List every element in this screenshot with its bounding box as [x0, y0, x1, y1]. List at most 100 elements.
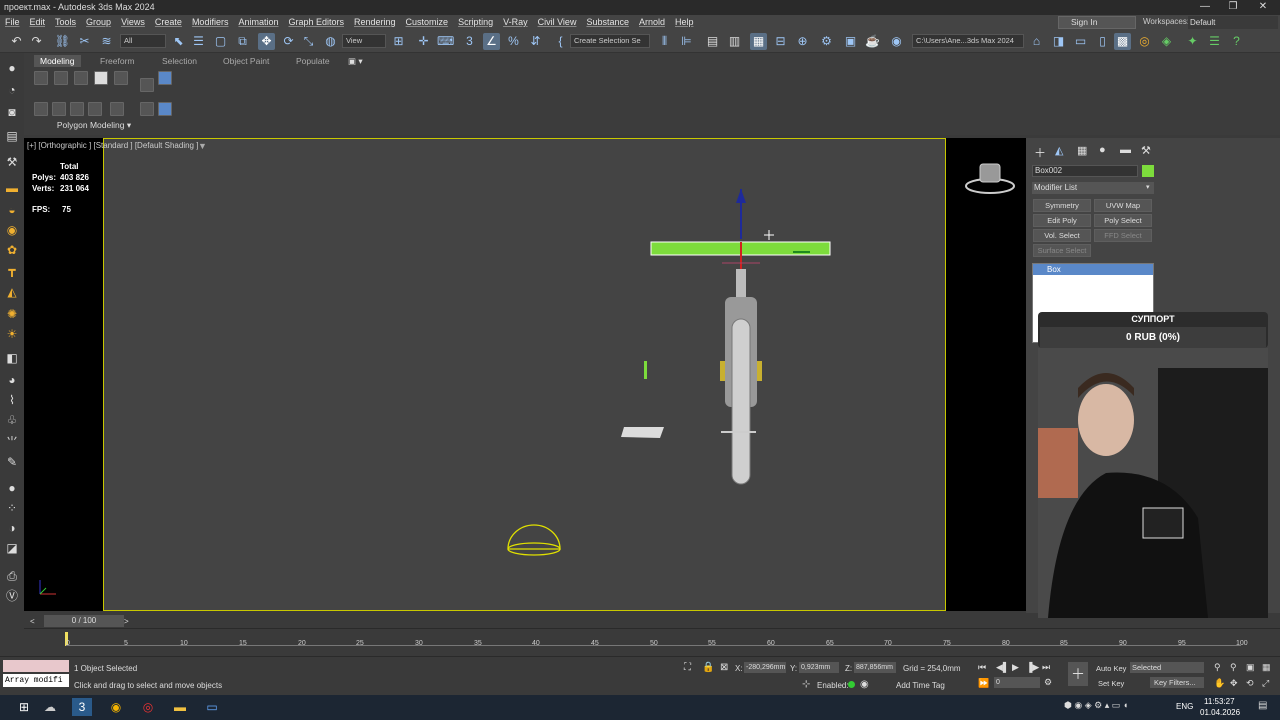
menu-animation[interactable]: Animation: [233, 15, 283, 30]
y-coord-field[interactable]: 0,923mm: [799, 662, 839, 673]
material-editor-icon[interactable]: ⊕: [794, 33, 811, 50]
project-path-dropdown[interactable]: C:\Users\Ane...3ds Max 2024: [912, 34, 1024, 48]
taskbar-chrome-icon[interactable]: ◉: [106, 698, 126, 716]
project-folder-icon[interactable]: ⌂: [1028, 33, 1045, 50]
ffd-select-button[interactable]: FFD Select: [1094, 229, 1152, 242]
viewport[interactable]: [103, 138, 946, 611]
uvw-map-button[interactable]: UVW Map: [1094, 199, 1152, 212]
menu-substance[interactable]: Substance: [581, 15, 634, 30]
notification-icon[interactable]: ▤: [1258, 700, 1267, 711]
menu-modifiers[interactable]: Modifiers: [187, 15, 234, 30]
border-icon[interactable]: [74, 71, 88, 85]
spacewarps-icon[interactable]: ◭: [4, 284, 20, 300]
repeat-last-icon[interactable]: [52, 102, 66, 116]
motion-icon[interactable]: ◙: [4, 104, 20, 120]
sun-icon[interactable]: ✺: [4, 306, 20, 322]
menu-vray[interactable]: V-Ray: [498, 15, 533, 30]
snaps-toggle-icon[interactable]: 3: [461, 33, 478, 50]
z-coord-field[interactable]: 887,856mm: [854, 662, 896, 673]
redo-icon[interactable]: ↷: [28, 33, 45, 50]
maximize-button[interactable]: ❐: [1220, 0, 1246, 15]
menu-scripting[interactable]: Scripting: [453, 15, 498, 30]
absolute-mode-icon[interactable]: ⊠: [720, 662, 728, 673]
workspaces-dropdown[interactable]: Default: [1188, 16, 1278, 29]
motion-tab-icon[interactable]: ●: [1099, 144, 1106, 156]
window-crossing-icon[interactable]: ⧉: [234, 33, 251, 50]
modify-tab-icon[interactable]: ◭: [1055, 144, 1063, 157]
menu-graph-editors[interactable]: Graph Editors: [283, 15, 349, 30]
clock-date[interactable]: 01.04.2026: [1200, 708, 1240, 717]
keyboard-shortcut-icon[interactable]: ⌨: [437, 33, 454, 50]
menu-rendering[interactable]: Rendering: [349, 15, 401, 30]
current-frame-field[interactable]: 0: [994, 677, 1040, 688]
element-icon[interactable]: [114, 71, 128, 85]
time-tag-icon[interactable]: ◉: [860, 679, 869, 690]
taskbar-explorer-icon[interactable]: ▬: [170, 698, 190, 716]
swiftloop-icon[interactable]: [88, 102, 102, 116]
helpers-icon[interactable]: ┳: [4, 262, 20, 278]
scale-icon[interactable]: ⤡: [300, 33, 317, 50]
layer-explorer-icon[interactable]: ▥: [726, 33, 743, 50]
menu-customize[interactable]: Customize: [401, 15, 454, 30]
vray-help-icon[interactable]: ?: [1228, 33, 1245, 50]
rect-selection-icon[interactable]: ▢: [212, 33, 229, 50]
mirror-icon[interactable]: ⫴: [656, 33, 673, 50]
tree-tool-icon[interactable]: ♧: [4, 412, 20, 428]
isolate-icon[interactable]: ⛶: [684, 662, 691, 673]
menu-civil-view[interactable]: Civil View: [533, 15, 582, 30]
render-icon[interactable]: ☕: [864, 33, 881, 50]
shapes-icon[interactable]: ◒: [4, 202, 20, 218]
bend-tool-icon[interactable]: ⌇: [4, 392, 20, 408]
modifier-list-chevron-icon[interactable]: ▾: [1146, 183, 1150, 191]
key-selected-dropdown[interactable]: Selected: [1130, 662, 1204, 673]
edit-poly-button[interactable]: Edit Poly: [1033, 214, 1091, 227]
menu-help[interactable]: Help: [670, 15, 699, 30]
scene-explorer-icon[interactable]: ▤: [704, 33, 721, 50]
unlink-icon[interactable]: ✂: [76, 33, 93, 50]
vray-toolbar-icon[interactable]: ▩: [1114, 33, 1131, 50]
undo-icon[interactable]: ↶: [8, 33, 25, 50]
menu-tools[interactable]: Tools: [50, 15, 81, 30]
object-name-field[interactable]: Box002: [1032, 165, 1138, 177]
tab-object-paint[interactable]: Object Paint: [223, 55, 269, 67]
select-object-icon[interactable]: ⬉: [170, 33, 187, 50]
field-of-view-icon[interactable]: ✋: [1214, 678, 1225, 689]
vray-ipr-icon[interactable]: ◈: [1158, 33, 1175, 50]
add-time-tag[interactable]: Add Time Tag: [896, 681, 945, 690]
time-next-icon[interactable]: >: [124, 617, 129, 626]
set-key-button[interactable]: Set Key: [1098, 679, 1124, 688]
lights-icon[interactable]: ◉: [4, 222, 20, 238]
pan-icon[interactable]: ✥: [1230, 678, 1238, 689]
vol-select-button[interactable]: Vol. Select: [1033, 229, 1091, 242]
reference-coord-dropdown[interactable]: View: [342, 34, 386, 48]
lock-icon[interactable]: 🔒: [702, 662, 714, 673]
menu-arnold[interactable]: Arnold: [634, 15, 670, 30]
zoom-icon[interactable]: ⚲: [1214, 662, 1221, 673]
hierarchy-tab-icon[interactable]: ▦: [1077, 144, 1087, 157]
enabled-indicator[interactable]: [848, 681, 855, 688]
close-button[interactable]: ✕: [1250, 0, 1276, 15]
task-view-icon[interactable]: ☁: [40, 698, 60, 716]
surface-select-button[interactable]: Surface Select: [1033, 244, 1091, 257]
spinner-snap-icon[interactable]: ⇵: [527, 33, 544, 50]
cameras-icon[interactable]: ✿: [4, 242, 20, 258]
auto-key-button[interactable]: Auto Key: [1096, 664, 1126, 673]
bind-spacewarp-icon[interactable]: ≋: [98, 33, 115, 50]
x-coord-field[interactable]: -280,296mm: [744, 662, 786, 673]
go-to-start-icon[interactable]: ⏮: [978, 662, 986, 673]
viewcube-icon[interactable]: [962, 158, 1018, 198]
tab-modeling[interactable]: Modeling: [34, 55, 81, 67]
percent-snap-icon[interactable]: %: [505, 33, 522, 50]
menu-group[interactable]: Group: [81, 15, 116, 30]
menu-file[interactable]: File: [0, 15, 25, 30]
edit-tool-icon[interactable]: ✎: [4, 454, 20, 470]
clock-time[interactable]: 11:53:27: [1204, 697, 1235, 706]
rotate-icon[interactable]: ⟳: [280, 33, 297, 50]
material-ball-icon[interactable]: ●: [4, 480, 20, 496]
go-to-end-icon[interactable]: ⏭: [1042, 662, 1050, 673]
viewport-label[interactable]: [+] [Orthographic ] [Standard ] [Default…: [27, 141, 198, 150]
symmetry-button[interactable]: Symmetry: [1033, 199, 1091, 212]
link-icon[interactable]: ⛓: [54, 33, 71, 50]
toggle-panel-icon[interactable]: ▯: [1094, 33, 1111, 50]
key-filters-button[interactable]: Key Filters...: [1150, 677, 1204, 688]
